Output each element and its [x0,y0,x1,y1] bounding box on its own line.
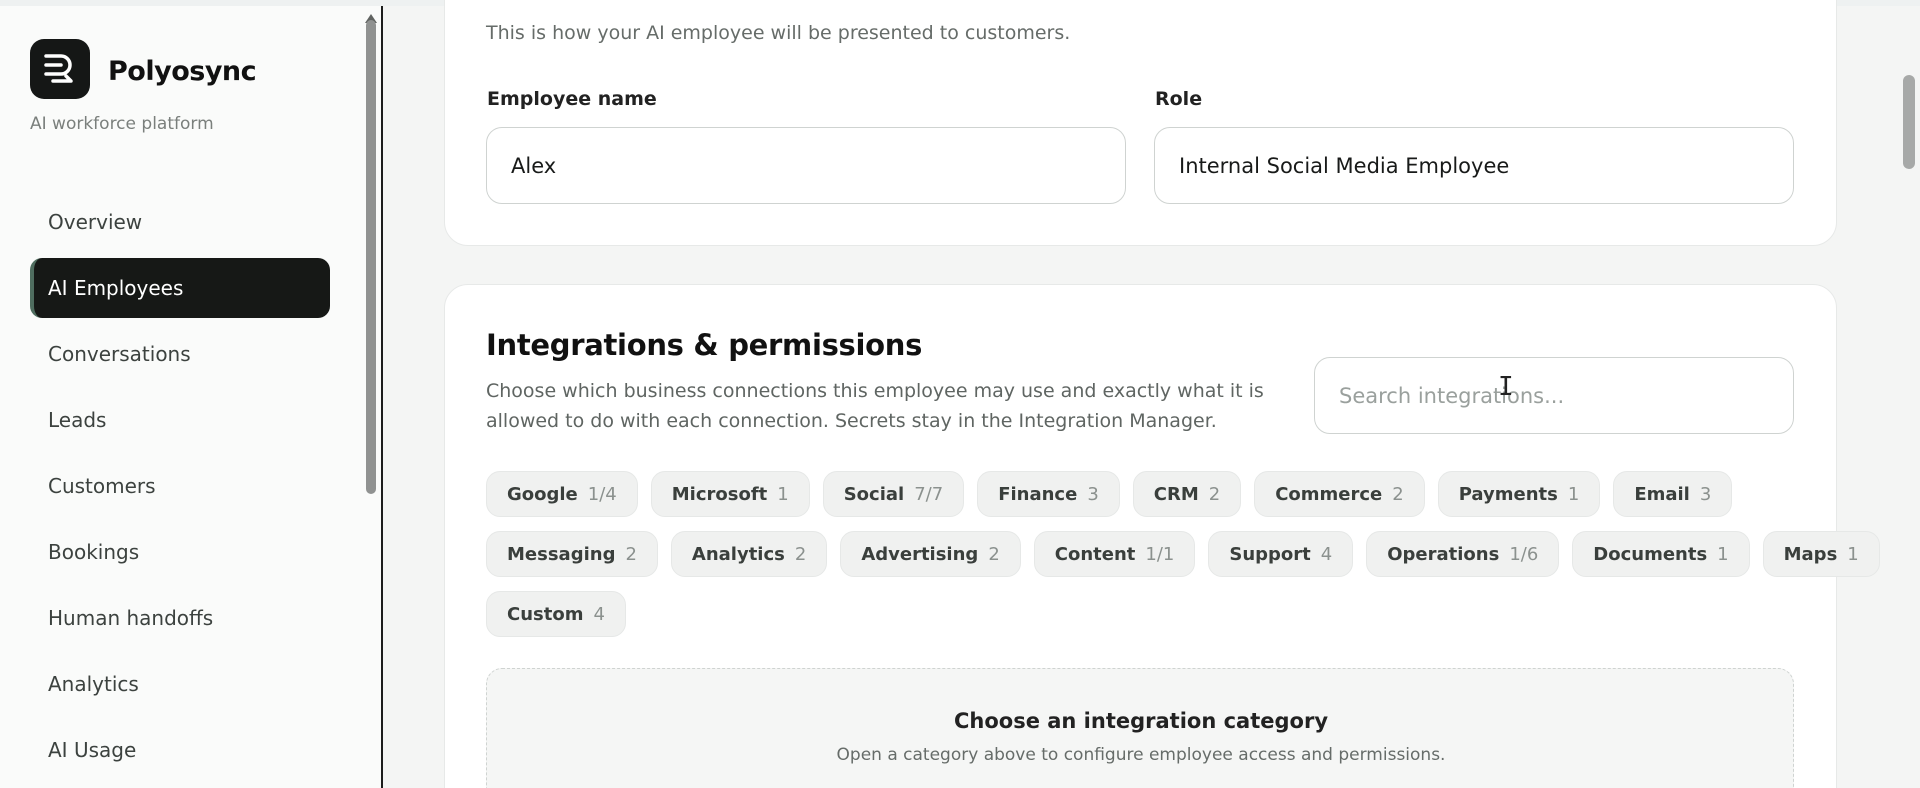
category-chip-row-1: Google 1/4 Microsoft 1 Social 7/7 Finance 3 … [486,471,1733,517]
chip-label: Support [1229,543,1311,565]
search-integrations-input[interactable] [1314,357,1794,434]
category-chip-messaging[interactable]: Messaging 2 [486,531,658,577]
sidebar-item-human-handoffs[interactable]: Human handoffs [30,588,330,648]
chip-count: 2 [625,543,637,565]
integrations-title: Integrations & permissions [486,328,923,362]
chip-count: 1 [1717,543,1729,565]
sidebar-nav: Overview AI Employees Conversations Lead… [30,192,330,786]
sidebar: Polyosync AI workforce platform Overview… [0,6,383,788]
chip-count: 1/1 [1145,543,1175,565]
chip-label: Custom [507,603,584,625]
chip-label: Google [507,483,578,505]
category-chip-row-2: Messaging 2 Analytics 2 Advertising 2 Conte… [486,531,1880,577]
chip-label: Finance [998,483,1078,505]
chip-label: Operations [1387,543,1500,565]
chip-count: 4 [593,603,605,625]
sidebar-item-overview[interactable]: Overview [30,192,330,252]
category-chip-analytics[interactable]: Analytics 2 [670,531,828,577]
category-chip-row-3: Custom 4 [486,591,626,637]
chip-count: 4 [1320,543,1333,565]
chip-label: CRM [1153,483,1199,505]
chip-count: 2 [1392,483,1404,505]
category-chip-maps[interactable]: Maps 1 [1762,531,1880,577]
empty-category-panel: Choose an integration category Open a ca… [486,668,1794,788]
sidebar-scrollbar[interactable] [366,20,376,494]
brand-name: Polyosync [108,56,257,87]
brand-logo-icon [30,39,90,99]
chip-label: Messaging [507,543,616,565]
chip-label: Advertising [861,543,979,565]
category-chip-microsoft[interactable]: Microsoft 1 [650,471,810,517]
chip-count: 2 [1208,483,1221,505]
empty-panel-title: Choose an integration category [953,709,1329,733]
chip-label: Commerce [1275,483,1383,505]
role-label: Role [1155,88,1203,110]
category-chip-custom[interactable]: Custom 4 [486,591,626,637]
chip-count: 2 [988,543,1000,565]
chip-label: Documents [1593,543,1708,565]
sidebar-item-ai-employees[interactable]: AI Employees [30,258,330,318]
chip-label: Payments [1458,483,1558,505]
integrations-description: Choose which business connections this e… [486,380,1264,432]
chip-label: Content [1054,543,1136,565]
sidebar-item-leads[interactable]: Leads [30,390,330,450]
chip-label: Social [843,483,905,505]
sidebar-item-customers[interactable]: Customers [30,456,330,516]
employee-name-input[interactable]: Alex [486,127,1126,204]
category-chip-social[interactable]: Social 7/7 [822,471,965,517]
category-chip-documents[interactable]: Documents 1 [1572,531,1750,577]
sidebar-item-bookings[interactable]: Bookings [30,522,330,582]
empty-panel-subtitle: Open a category above to configure emplo… [836,745,1446,765]
chip-label: Analytics [691,543,785,565]
category-chip-payments[interactable]: Payments 1 [1437,471,1601,517]
chip-count: 1/6 [1509,543,1539,565]
text-cursor-icon: I [1498,372,1514,402]
chip-count: 3 [1699,483,1712,505]
category-chip-advertising[interactable]: Advertising 2 [840,531,1021,577]
chip-label: Maps [1783,543,1838,565]
chip-count: 3 [1087,483,1099,505]
role-input[interactable]: Internal Social Media Employee [1154,127,1794,204]
chip-count: 1 [1847,543,1859,565]
profile-description: This is how your AI employee will be pre… [486,22,1071,44]
employee-name-label: Employee name [487,88,657,110]
chip-count: 7/7 [914,483,944,505]
sidebar-item-conversations[interactable]: Conversations [30,324,330,384]
chip-count: 2 [794,543,807,565]
brand-subtitle: AI workforce platform [30,114,214,134]
sidebar-item-analytics[interactable]: Analytics [30,654,330,714]
category-chip-finance[interactable]: Finance 3 [977,471,1120,517]
category-chip-crm[interactable]: CRM 2 [1132,471,1242,517]
category-chip-content[interactable]: Content 1/1 [1033,531,1196,577]
category-chip-google[interactable]: Google 1/4 [486,471,638,517]
chip-count: 1/4 [587,483,617,505]
category-chip-support[interactable]: Support 4 [1208,531,1354,577]
main-scrollbar[interactable] [1903,75,1915,169]
sidebar-item-ai-usage[interactable]: AI Usage [30,720,330,780]
chip-label: Microsoft [671,483,768,505]
chip-count: 1 [1567,483,1580,505]
category-chip-commerce[interactable]: Commerce 2 [1254,471,1425,517]
category-chip-operations[interactable]: Operations 1/6 [1366,531,1560,577]
chip-label: Email [1634,483,1690,505]
chip-count: 1 [777,483,789,505]
category-chip-email[interactable]: Email 3 [1613,471,1733,517]
